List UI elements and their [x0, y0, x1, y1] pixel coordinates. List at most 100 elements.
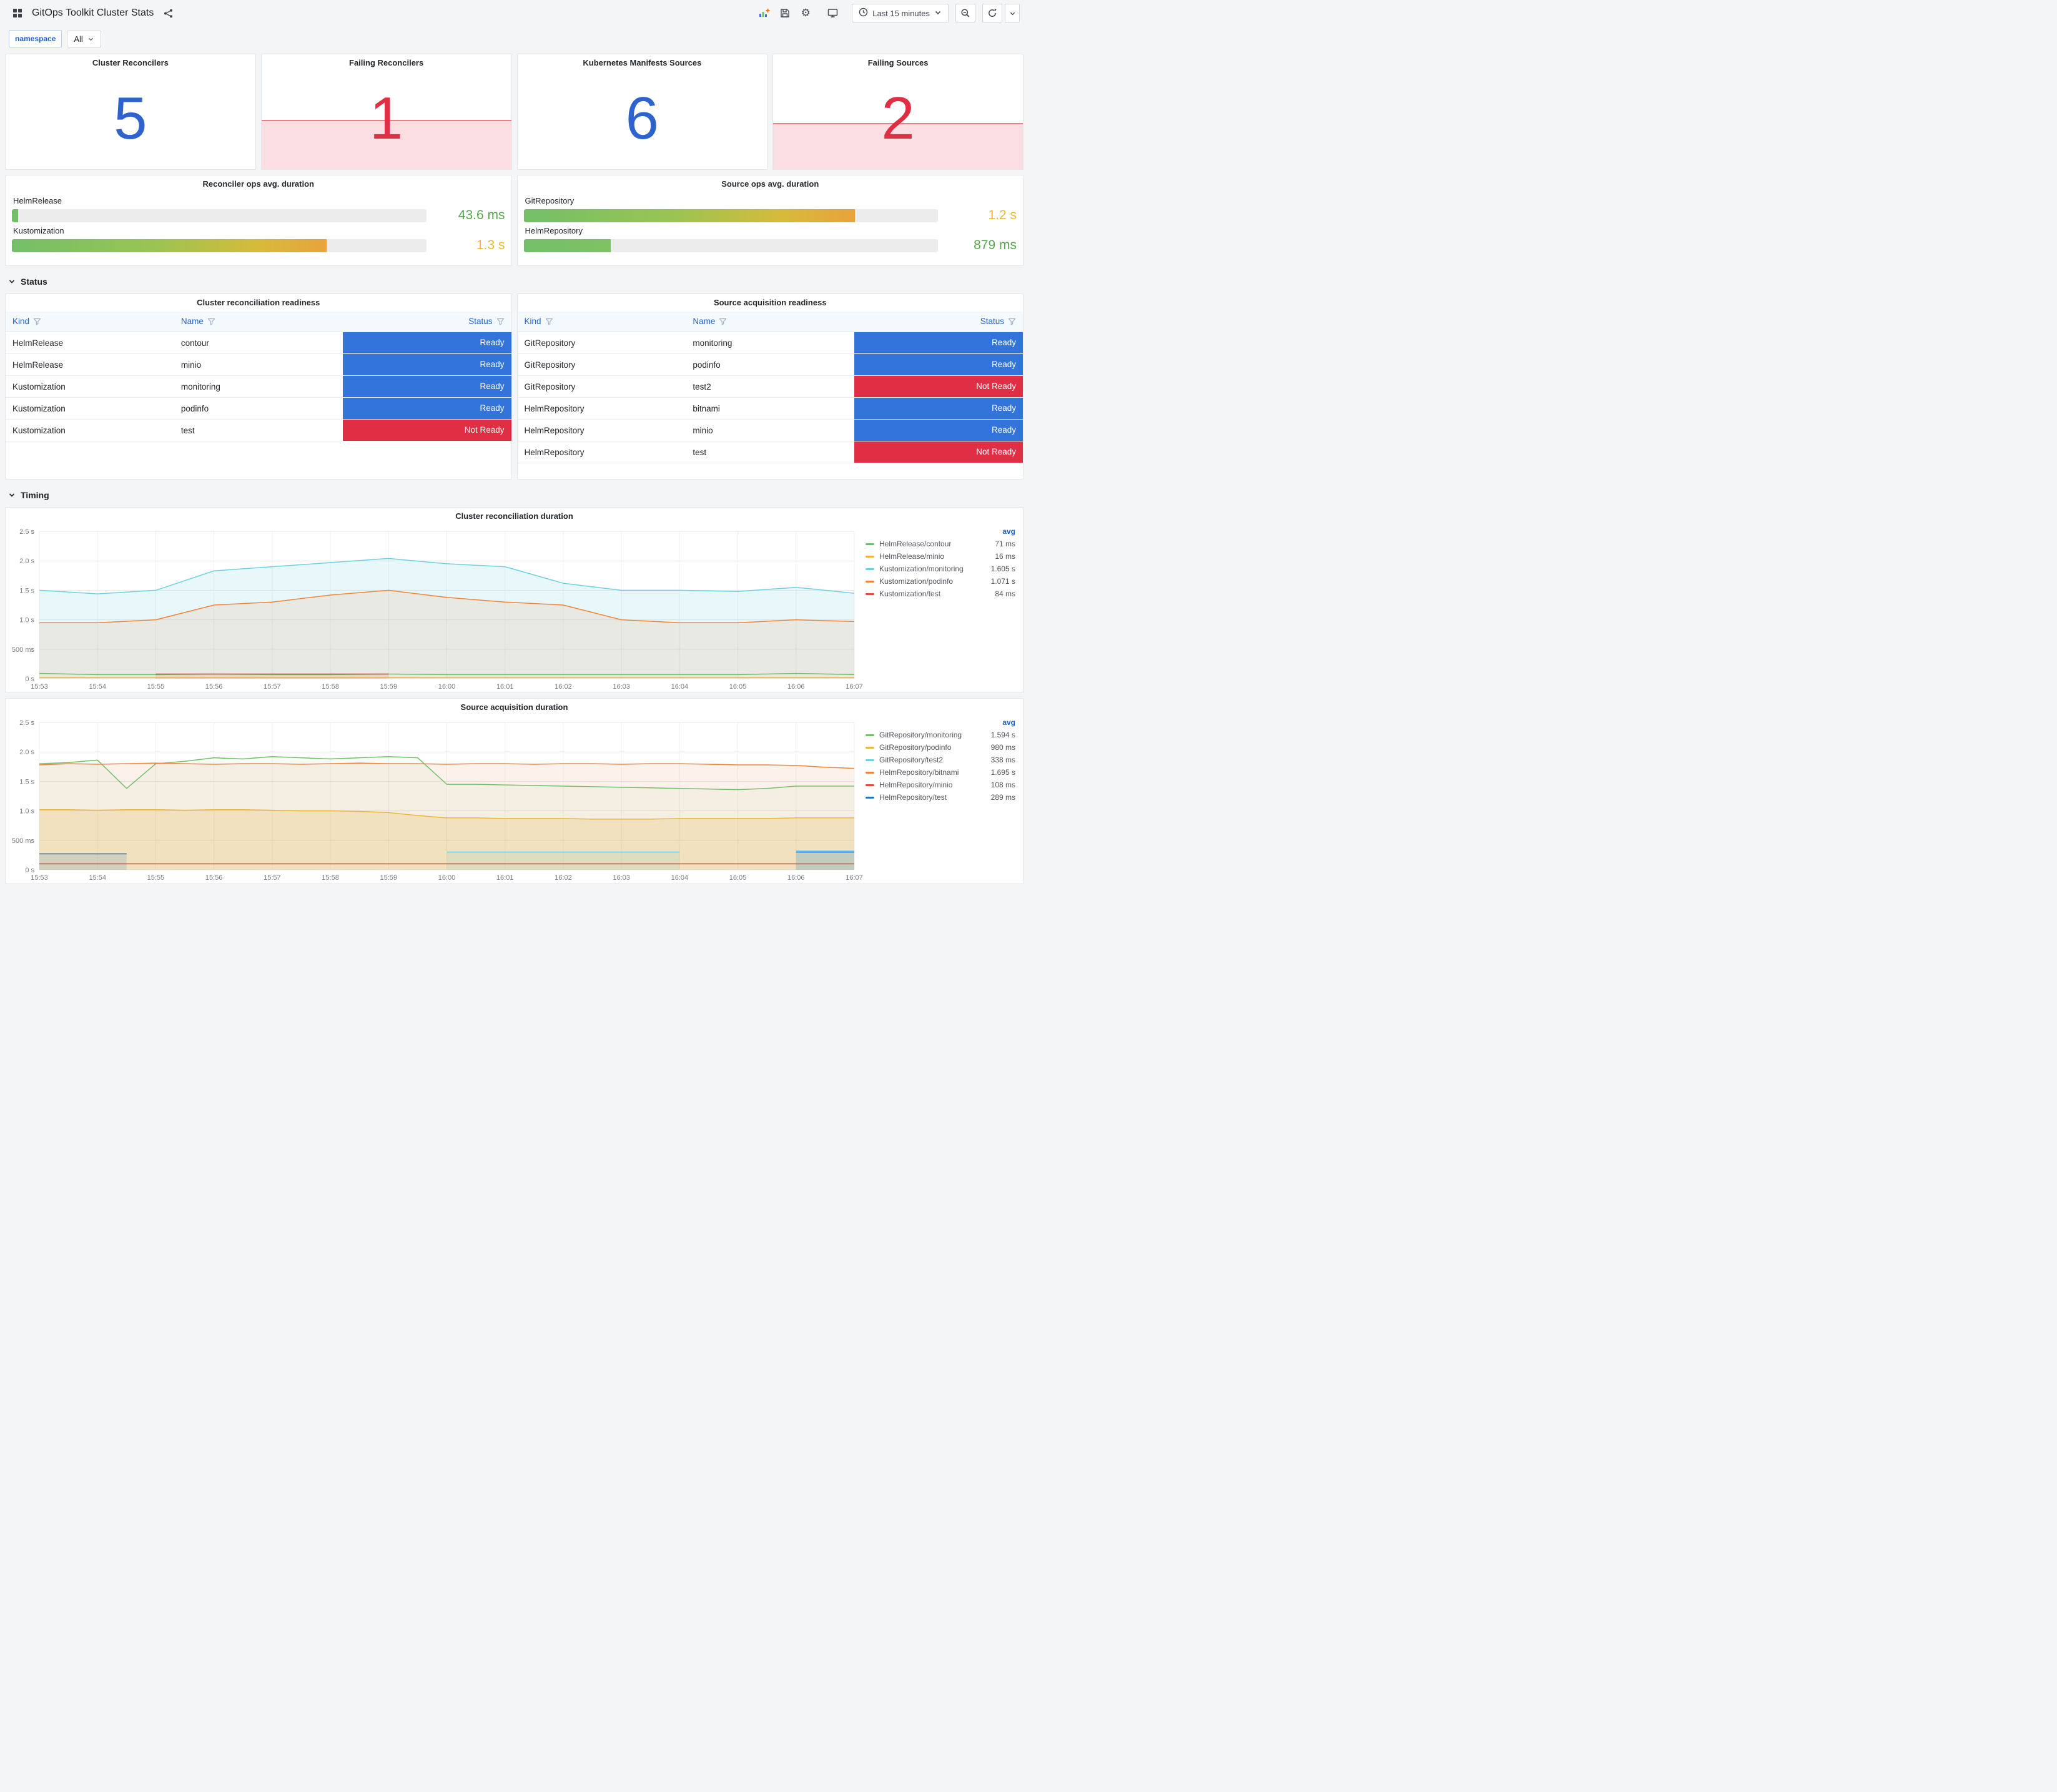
section-title: Timing — [21, 490, 49, 500]
legend-list: HelmRelease/contour 71 ms HelmRelease/mini… — [866, 538, 1015, 600]
series-color-swatch — [866, 580, 874, 583]
legend-item[interactable]: GitRepository/monitoring 1.594 s — [866, 729, 1015, 741]
table-row[interactable]: Kustomization monitoring Ready — [6, 375, 511, 398]
gauge-row-helmrepository: HelmRepository 879 ms — [523, 226, 1017, 253]
stat-value: 5 — [114, 85, 147, 152]
share-icon[interactable] — [159, 4, 177, 22]
chart-legend: avg GitRepository/monitoring 1.594 s GitRe… — [863, 716, 1023, 884]
series-avg-value: 71 ms — [995, 539, 1015, 548]
series-color-swatch — [866, 593, 874, 595]
table-panel-cluster-readiness: Cluster reconciliation readiness Kind Na… — [5, 293, 512, 480]
svg-text:0 s: 0 s — [25, 676, 34, 683]
chart-canvas[interactable]: 15:53 15:54 15:55 15:56 15:57 15:58 15:59 16:00… — [6, 525, 863, 692]
table-row[interactable]: GitRepository podinfo Ready — [517, 353, 1023, 376]
status-badge: Ready — [854, 332, 1023, 353]
column-header-name[interactable]: Name — [174, 312, 343, 332]
stat-panel-failing-reconcilers[interactable]: Failing Reconcilers 1 — [260, 54, 512, 170]
svg-text:16:05: 16:05 — [729, 683, 747, 691]
legend-item[interactable]: GitRepository/podinfo 980 ms — [866, 741, 1015, 754]
variable-namespace-value: All — [74, 34, 83, 44]
section-row-timing[interactable]: Timing — [5, 485, 1024, 507]
column-header-status[interactable]: Status — [854, 312, 1023, 332]
legend-item[interactable]: HelmRepository/test 289 ms — [866, 791, 1015, 804]
svg-text:0 s: 0 s — [25, 867, 34, 874]
legend-item[interactable]: Kustomization/podinfo 1.071 s — [866, 575, 1015, 588]
dashboard-body: Cluster Reconcilers 5 Failing Reconciler… — [0, 54, 1028, 894]
table-row[interactable]: HelmRelease contour Ready — [6, 332, 511, 354]
table-row[interactable]: HelmRepository minio Ready — [517, 419, 1023, 441]
cell-kind: GitRepository — [517, 353, 686, 376]
chart-canvas[interactable]: 15:53 15:54 15:55 15:56 15:57 15:58 15:59 16:00… — [6, 716, 863, 884]
table-row[interactable]: Kustomization podinfo Ready — [6, 397, 511, 420]
panel-title: Reconciler ops avg. duration — [202, 179, 314, 189]
time-series-plot[interactable]: 15:53 15:54 15:55 15:56 15:57 15:58 15:59 16:00… — [6, 525, 863, 692]
cell-name: test — [174, 419, 343, 441]
filter-icon — [33, 318, 41, 327]
add-panel-icon[interactable] — [756, 4, 773, 22]
refresh-interval-dropdown[interactable] — [1005, 4, 1020, 22]
status-badge: Not Ready — [342, 420, 511, 441]
caret-down-icon — [934, 9, 942, 18]
gauge-label: GitRepository — [525, 196, 575, 205]
variable-namespace-select[interactable]: All — [67, 30, 101, 47]
variable-namespace-label[interactable]: namespace — [9, 30, 62, 47]
apps-grid-icon[interactable] — [9, 4, 26, 22]
table-row[interactable]: GitRepository monitoring Ready — [517, 332, 1023, 354]
svg-text:16:06: 16:06 — [787, 874, 805, 882]
column-header-kind[interactable]: Kind — [517, 312, 686, 332]
gauge-bar — [12, 209, 18, 222]
svg-text:16:00: 16:00 — [438, 874, 456, 882]
series-name: GitRepository/monitoring — [879, 731, 962, 739]
table-row[interactable]: Kustomization test Not Ready — [6, 419, 511, 441]
time-range-label: Last 15 minutes — [872, 8, 930, 18]
refresh-button[interactable] — [982, 4, 1002, 22]
series-avg-value: 980 ms — [990, 743, 1015, 752]
column-header-name[interactable]: Name — [686, 312, 855, 332]
legend-item[interactable]: Kustomization/monitoring 1.605 s — [866, 563, 1015, 575]
svg-text:16:07: 16:07 — [846, 683, 863, 691]
section-row-status[interactable]: Status — [5, 271, 1024, 293]
status-badge: Ready — [342, 398, 511, 419]
stat-panel-failing-sources[interactable]: Failing Sources 2 — [772, 54, 1024, 170]
svg-text:16:01: 16:01 — [496, 683, 514, 691]
zoom-out-button[interactable] — [955, 4, 975, 22]
table-row[interactable]: HelmRelease minio Ready — [6, 353, 511, 376]
legend-avg-header: avg — [1002, 718, 1015, 727]
gauge-value: 879 ms — [974, 238, 1017, 252]
time-series-plot[interactable]: 15:53 15:54 15:55 15:56 15:57 15:58 15:59 16:00… — [6, 716, 863, 884]
series-color-swatch — [866, 555, 874, 558]
table-row[interactable]: HelmRepository bitnami Ready — [517, 397, 1023, 420]
series-name: Kustomization/podinfo — [879, 577, 954, 586]
legend-item[interactable]: HelmRepository/bitnami 1.695 s — [866, 766, 1015, 779]
chart-legend: avg HelmRelease/contour 71 ms HelmRelease/… — [863, 525, 1023, 692]
status-badge: Ready — [342, 354, 511, 375]
time-range-picker[interactable]: Last 15 minutes — [852, 4, 949, 22]
svg-text:16:03: 16:03 — [613, 683, 630, 691]
settings-gear-icon[interactable]: ⚙ — [797, 4, 814, 22]
legend-item[interactable]: HelmRelease/minio 16 ms — [866, 550, 1015, 563]
cell-kind: GitRepository — [517, 332, 686, 354]
svg-text:16:05: 16:05 — [729, 874, 747, 882]
table-row[interactable]: GitRepository test2 Not Ready — [517, 375, 1023, 398]
save-dashboard-icon[interactable] — [776, 4, 794, 22]
gauge-value: 43.6 ms — [458, 208, 505, 222]
legend-item[interactable]: GitRepository/test2 338 ms — [866, 754, 1015, 766]
stat-panel-k8s-manifests-sources[interactable]: Kubernetes Manifests Sources 6 — [516, 54, 768, 170]
status-badge: Ready — [342, 332, 511, 353]
stat-panel-cluster-reconcilers[interactable]: Cluster Reconcilers 5 — [5, 54, 256, 170]
legend-item[interactable]: HelmRepository/minio 108 ms — [866, 779, 1015, 791]
legend-avg-header: avg — [1002, 527, 1015, 536]
svg-text:16:01: 16:01 — [496, 874, 514, 882]
svg-text:15:56: 15:56 — [205, 683, 223, 691]
legend-item[interactable]: Kustomization/test 84 ms — [866, 588, 1015, 600]
table-row[interactable]: HelmRepository test Not Ready — [517, 441, 1023, 463]
column-header-kind[interactable]: Kind — [6, 312, 174, 332]
filter-icon — [207, 318, 215, 327]
legend-item[interactable]: HelmRelease/contour 71 ms — [866, 538, 1015, 550]
tv-mode-icon[interactable] — [824, 4, 841, 22]
cell-name: test — [686, 441, 855, 463]
column-header-status[interactable]: Status — [342, 312, 511, 332]
series-color-swatch — [866, 746, 874, 749]
svg-text:15:58: 15:58 — [322, 874, 339, 882]
status-badge: Ready — [854, 420, 1023, 441]
